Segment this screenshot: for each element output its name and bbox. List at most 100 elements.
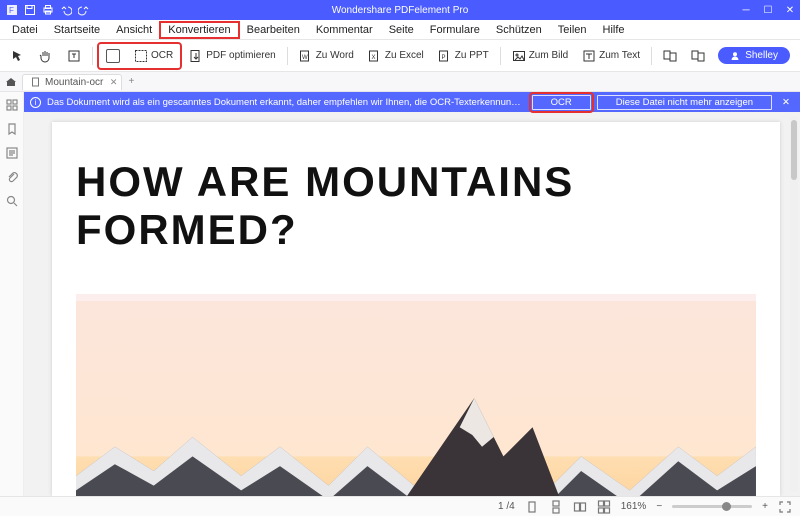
status-bar: 1 /4 161% − +: [0, 496, 800, 516]
to-text-label: Zum Text: [599, 50, 640, 61]
hand-tool[interactable]: [34, 46, 58, 66]
document-tab[interactable]: Mountain-ocr ✕: [22, 74, 122, 90]
menu-bearbeiten[interactable]: Bearbeiten: [239, 22, 308, 38]
text-icon: [582, 49, 596, 63]
toolbar: OCR PDF optimieren W Zu Word XZu Excel P Z…: [0, 40, 800, 72]
home-icon: [5, 76, 17, 88]
to-ppt-label: Zu PPT: [455, 50, 489, 61]
two-page-continuous-icon[interactable]: [597, 500, 611, 514]
zoom-level[interactable]: 161%: [621, 501, 647, 512]
ocr-settings-button[interactable]: [101, 46, 125, 66]
print-icon[interactable]: [42, 4, 54, 16]
document-headline: HOW ARE MOUNTAINS FORMED?: [52, 122, 780, 274]
fullscreen-icon[interactable]: [778, 500, 792, 514]
convert-icon: [691, 49, 705, 63]
user-name: Shelley: [745, 50, 778, 61]
menu-seite[interactable]: Seite: [381, 22, 422, 38]
document-image: [76, 294, 756, 496]
svg-text:F: F: [9, 6, 14, 15]
attachments-icon[interactable]: [5, 170, 19, 184]
app-title: Wondershare PDFelement Pro: [0, 5, 800, 16]
optimize-pdf-button[interactable]: PDF optimieren: [184, 46, 280, 66]
menu-konvertieren[interactable]: Konvertieren: [160, 22, 238, 38]
to-html-button[interactable]: [686, 46, 710, 66]
excel-icon: X: [368, 49, 382, 63]
app-logo-icon: F: [6, 4, 18, 16]
text-select-tool[interactable]: [62, 46, 86, 66]
user-account-button[interactable]: Shelley: [718, 47, 790, 64]
ocr-suggestion-banner: i Das Dokument wird als ein gescanntes D…: [24, 92, 800, 112]
menu-kommentar[interactable]: Kommentar: [308, 22, 381, 38]
two-page-view-icon[interactable]: [573, 500, 587, 514]
document-viewport: i Das Dokument wird als ein gescanntes D…: [24, 92, 800, 496]
menu-ansicht[interactable]: Ansicht: [108, 22, 160, 38]
menu-bar: Datei Startseite Ansicht Konvertieren Be…: [0, 20, 800, 40]
svg-text:P: P: [441, 55, 445, 61]
document-tab-bar: Mountain-ocr ✕ +: [0, 72, 800, 92]
ocr-label: OCR: [151, 50, 173, 61]
to-epub-button[interactable]: [658, 46, 682, 66]
scrollbar-thumb[interactable]: [791, 120, 797, 180]
vertical-scrollbar[interactable]: [790, 116, 798, 492]
bookmark-icon[interactable]: [5, 122, 19, 136]
ocr-group: OCR: [99, 44, 180, 68]
undo-icon[interactable]: [60, 4, 72, 16]
svg-text:W: W: [302, 55, 308, 61]
to-ppt-button[interactable]: P Zu PPT: [433, 46, 494, 66]
left-sidebar: [0, 92, 24, 496]
title-bar: F Wondershare PDFelement Pro ─ ☐ ✕: [0, 0, 800, 20]
redo-icon[interactable]: [78, 4, 90, 16]
to-text-button[interactable]: Zum Text: [577, 46, 645, 66]
ocr-button[interactable]: OCR: [129, 46, 178, 66]
maximize-icon[interactable]: ☐: [762, 4, 774, 16]
menu-teilen[interactable]: Teilen: [550, 22, 595, 38]
toolbar-separator: [651, 47, 652, 65]
home-tab[interactable]: [0, 76, 22, 88]
comments-icon[interactable]: [5, 146, 19, 160]
zoom-in-button[interactable]: +: [762, 501, 768, 512]
close-window-icon[interactable]: ✕: [784, 4, 796, 16]
banner-message: Das Dokument wird als ein gescanntes Dok…: [47, 97, 526, 108]
mountain-illustration-icon: [76, 301, 756, 496]
banner-ocr-button[interactable]: OCR: [532, 95, 591, 110]
to-word-button[interactable]: W Zu Word: [294, 46, 359, 66]
user-icon: [730, 51, 740, 61]
page-indicator[interactable]: 1 /4: [498, 501, 515, 512]
page-current: 1: [498, 501, 504, 512]
banner-dismiss-button[interactable]: Diese Datei nicht mehr anzeigen: [597, 95, 772, 110]
menu-startseite[interactable]: Startseite: [46, 22, 108, 38]
word-icon: W: [299, 49, 313, 63]
close-tab-icon[interactable]: ✕: [110, 77, 118, 88]
menu-datei[interactable]: Datei: [4, 22, 46, 38]
ocr-icon: [134, 49, 148, 63]
toolbar-separator: [500, 47, 501, 65]
banner-close-icon[interactable]: ✕: [778, 97, 794, 108]
to-image-label: Zum Bild: [529, 50, 568, 61]
pdf-page: HOW ARE MOUNTAINS FORMED?: [52, 122, 780, 496]
thumbnails-icon[interactable]: [5, 98, 19, 112]
document-tab-label: Mountain-ocr: [45, 77, 103, 88]
ppt-icon: P: [438, 49, 452, 63]
to-excel-button[interactable]: XZu Excel: [363, 46, 429, 66]
ocr-box-icon: [106, 49, 120, 63]
single-page-view-icon[interactable]: [525, 500, 539, 514]
menu-hilfe[interactable]: Hilfe: [595, 22, 633, 38]
add-tab-button[interactable]: +: [122, 76, 140, 87]
select-tool[interactable]: [6, 46, 30, 66]
continuous-view-icon[interactable]: [549, 500, 563, 514]
to-image-button[interactable]: Zum Bild: [507, 46, 573, 66]
menu-schuetzen[interactable]: Schützen: [488, 22, 550, 38]
page-total: 4: [509, 501, 515, 512]
work-area: i Das Dokument wird als ein gescanntes D…: [0, 92, 800, 496]
minimize-icon[interactable]: ─: [740, 4, 752, 16]
search-icon[interactable]: [5, 194, 19, 208]
info-icon: i: [30, 97, 41, 108]
zoom-slider[interactable]: [672, 505, 752, 508]
to-word-label: Zu Word: [316, 50, 354, 61]
zoom-slider-knob[interactable]: [722, 502, 731, 511]
menu-formulare[interactable]: Formulare: [422, 22, 488, 38]
svg-text:X: X: [371, 55, 375, 61]
optimize-label: PDF optimieren: [206, 50, 275, 61]
save-icon[interactable]: [24, 4, 36, 16]
zoom-out-button[interactable]: −: [656, 501, 662, 512]
